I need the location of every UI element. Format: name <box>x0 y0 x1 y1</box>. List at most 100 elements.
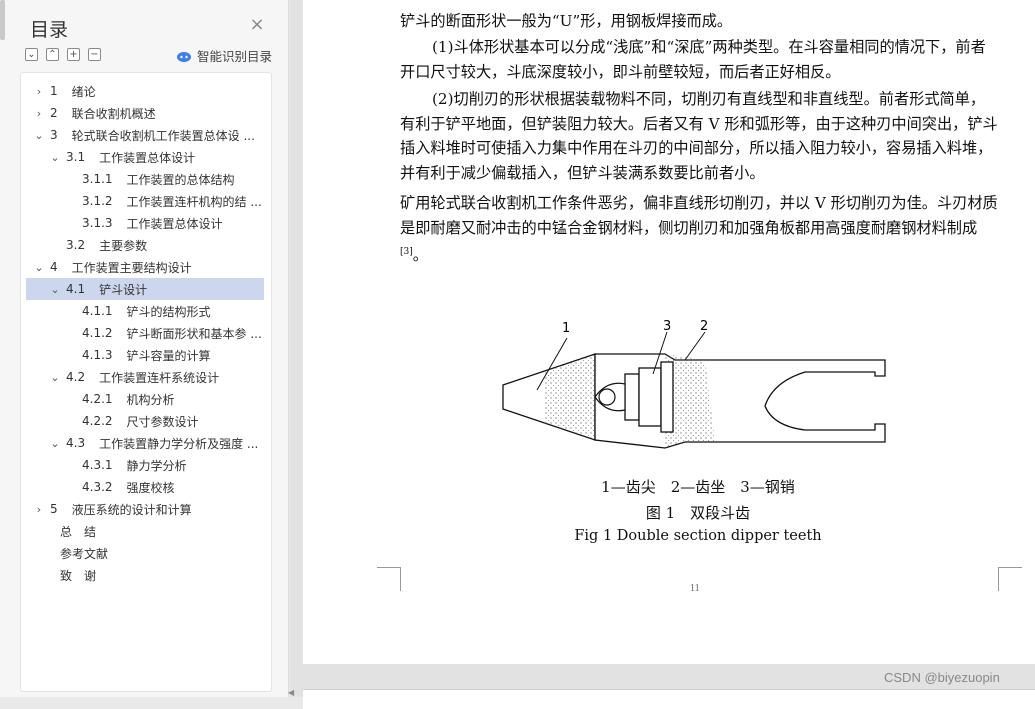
toc-label: 主要参数 <box>99 238 148 253</box>
toc-number: 5 <box>50 502 58 516</box>
toc-label: 强度校核 <box>126 480 175 495</box>
toc-number: 4.2.2 <box>82 414 113 428</box>
toc-item[interactable]: › 2 联合收割机概述 <box>26 102 264 124</box>
toc-label: 总 结 <box>60 524 97 539</box>
toc-label: 参考文献 <box>60 546 109 561</box>
toc-label: 液压系统的设计和计算 <box>71 502 192 517</box>
toc-number: 4.3 <box>66 436 86 450</box>
page-corner-mark-right <box>998 567 1022 591</box>
smart-recognize-button[interactable]: 智能识别目录 <box>176 46 272 65</box>
paragraph-1: 铲斗的断面形状一般为“U”形，用钢板焊接而成。 <box>400 12 733 30</box>
chevron-down-icon[interactable]: ⌄ <box>32 129 46 142</box>
scroll-left-icon[interactable]: ◀ <box>288 688 294 697</box>
chevron-down-icon[interactable]: ⌄ <box>32 261 46 274</box>
toc-item[interactable]: 4.3.1 静力学分析 <box>26 454 264 476</box>
figure-legend: 1—齿尖 2—齿坐 3—钢销 <box>601 478 795 496</box>
add-heading-icon[interactable]: + <box>67 48 80 61</box>
toc-number: 4.3.1 <box>82 458 113 472</box>
toc-item[interactable]: 3.1.1 工作装置的总体结构 <box>26 168 264 190</box>
sidebar-scrollbar[interactable] <box>0 0 5 40</box>
watermark: CSDN @biyezuopin <box>884 670 1000 685</box>
chevron-right-icon[interactable]: › <box>32 503 46 516</box>
toc-item[interactable]: 4.2.1 机构分析 <box>26 388 264 410</box>
toc-item[interactable]: › 1 绪论 <box>26 80 264 102</box>
toc-number: 2 <box>50 106 58 120</box>
toc-number: 3.1.1 <box>82 172 113 186</box>
paragraph-2: (1)斗体形状基本可以分成“浅底”和“深底”两种类型。在斗容量相同的情况下，前者… <box>400 38 986 81</box>
toc-item[interactable]: 4.1.2 铲斗断面形状和基本参 ... <box>26 322 264 344</box>
toc-number: 4 <box>50 260 58 274</box>
toc-item[interactable]: ⌄ 3 轮式联合收割机工作装置总体设 ... <box>26 124 264 146</box>
toc-number: 3.1 <box>66 150 86 164</box>
toc-item[interactable]: 3.1.3 工作装置总体设计 <box>26 212 264 234</box>
chevron-down-icon[interactable]: ⌄ <box>48 371 62 384</box>
toc-label: 工作装置的总体结构 <box>126 172 235 187</box>
toc-item[interactable]: 4.3.2 强度校核 <box>26 476 264 498</box>
figure-caption-cn: 图 1 双段斗齿 <box>645 504 751 522</box>
toc-sidebar: 目录 × ⌄ ⌃ + − 智能识别目录 › 1 绪论 › 2 联合收割机概述 ⌄ 3 轮式联合收… <box>0 0 289 697</box>
toc-item[interactable]: ⌄ 4.1 铲斗设计 <box>26 278 264 300</box>
toc-item[interactable]: 3.2 主要参数 <box>26 234 264 256</box>
page-corner-mark-left <box>377 567 401 591</box>
fig-label-2: 2 <box>700 319 708 334</box>
toc-number: 3.1.2 <box>82 194 113 208</box>
toc-number: 3.2 <box>66 238 86 252</box>
toc-toolbar: ⌄ ⌃ + − <box>25 48 101 61</box>
toc-label: 铲斗断面形状和基本参 ... <box>126 326 262 341</box>
paragraph-4-end: 。 <box>412 246 428 265</box>
toc-item[interactable]: 3.1.2 工作装置连杆机构的结 ... <box>26 190 264 212</box>
toc-label: 轮式联合收割机工作装置总体设 ... <box>71 128 255 143</box>
chevron-right-icon[interactable]: › <box>32 85 46 98</box>
toc-number: 4.2 <box>66 370 86 384</box>
toc-item[interactable]: ⌄ 3.1 工作装置总体设计 <box>26 146 264 168</box>
paragraph-4: 矿用轮式联合收割机工作条件恶劣，偏非直线形切削刃，并以 V 形切削刃为佳。斗刃材… <box>400 191 1000 268</box>
toc-item[interactable]: 致 谢 <box>26 564 264 586</box>
next-page <box>303 689 1035 709</box>
paragraph-3: (2)切削刃的形状根据装载物料不同，切削刃有直线型和非直线型。前者形式简单，有利… <box>400 90 998 182</box>
chevron-right-icon[interactable]: › <box>32 107 46 120</box>
toc-label: 机构分析 <box>126 392 175 407</box>
close-icon[interactable]: × <box>249 16 265 34</box>
toc-number: 3 <box>50 128 58 142</box>
toc-number: 4.1.3 <box>82 348 113 362</box>
toc-label: 尺寸参数设计 <box>126 414 199 429</box>
toc-label: 工作装置主要结构设计 <box>71 260 192 275</box>
toc-label: 铲斗的结构形式 <box>126 304 211 319</box>
dipper-tooth-figure: 1 3 2 <box>502 319 886 449</box>
page-number: 11 <box>690 583 700 594</box>
toc-item[interactable]: ⌄ 4.3 工作装置静力学分析及强度 ... <box>26 432 264 454</box>
toc-number: 4.1.1 <box>82 304 113 318</box>
toc-label: 工作装置总体设计 <box>99 150 196 165</box>
toc-item[interactable]: 4.1.3 铲斗容量的计算 <box>26 344 264 366</box>
fig-label-3: 3 <box>663 319 671 334</box>
fig-label-1: 1 <box>562 321 570 336</box>
toc-number: 4.3.2 <box>82 480 113 494</box>
chevron-down-icon[interactable]: ⌄ <box>48 437 62 450</box>
cloud-icon <box>177 51 191 62</box>
smart-recognize-label: 智能识别目录 <box>197 49 273 64</box>
toc-label: 致 谢 <box>60 568 97 583</box>
toc-item[interactable]: 4.1.1 铲斗的结构形式 <box>26 300 264 322</box>
toc-number: 4.1.2 <box>82 326 113 340</box>
toc-item[interactable]: ⌄ 4.2 工作装置连杆系统设计 <box>26 366 264 388</box>
toc-item[interactable]: 总 结 <box>26 520 264 542</box>
toc-label: 绪论 <box>71 84 96 99</box>
sidebar-title: 目录 <box>30 19 69 41</box>
toc-label: 工作装置静力学分析及强度 ... <box>99 436 259 451</box>
toc-item[interactable]: ⌄ 4 工作装置主要结构设计 <box>26 256 264 278</box>
collapse-all-icon[interactable]: ⌄ <box>25 48 38 61</box>
toc-label: 联合收割机概述 <box>71 106 156 121</box>
toc-label: 铲斗容量的计算 <box>126 348 211 363</box>
toc-number: 1 <box>50 84 58 98</box>
toc-tree: › 1 绪论 › 2 联合收割机概述 ⌄ 3 轮式联合收割机工作装置总体设 ... ⌄ 3.1 工作装… <box>20 72 272 692</box>
chevron-down-icon[interactable]: ⌄ <box>48 151 62 164</box>
citation-ref[interactable]: [3] <box>400 247 413 257</box>
toc-item[interactable]: 参考文献 <box>26 542 264 564</box>
toc-label: 静力学分析 <box>126 458 187 473</box>
chevron-down-icon[interactable]: ⌄ <box>48 283 62 296</box>
toc-item[interactable]: 4.2.2 尺寸参数设计 <box>26 410 264 432</box>
toc-item[interactable]: › 5 液压系统的设计和计算 <box>26 498 264 520</box>
remove-heading-icon[interactable]: − <box>88 48 101 61</box>
expand-all-icon[interactable]: ⌃ <box>46 48 59 61</box>
toc-number: 4.2.1 <box>82 392 113 406</box>
